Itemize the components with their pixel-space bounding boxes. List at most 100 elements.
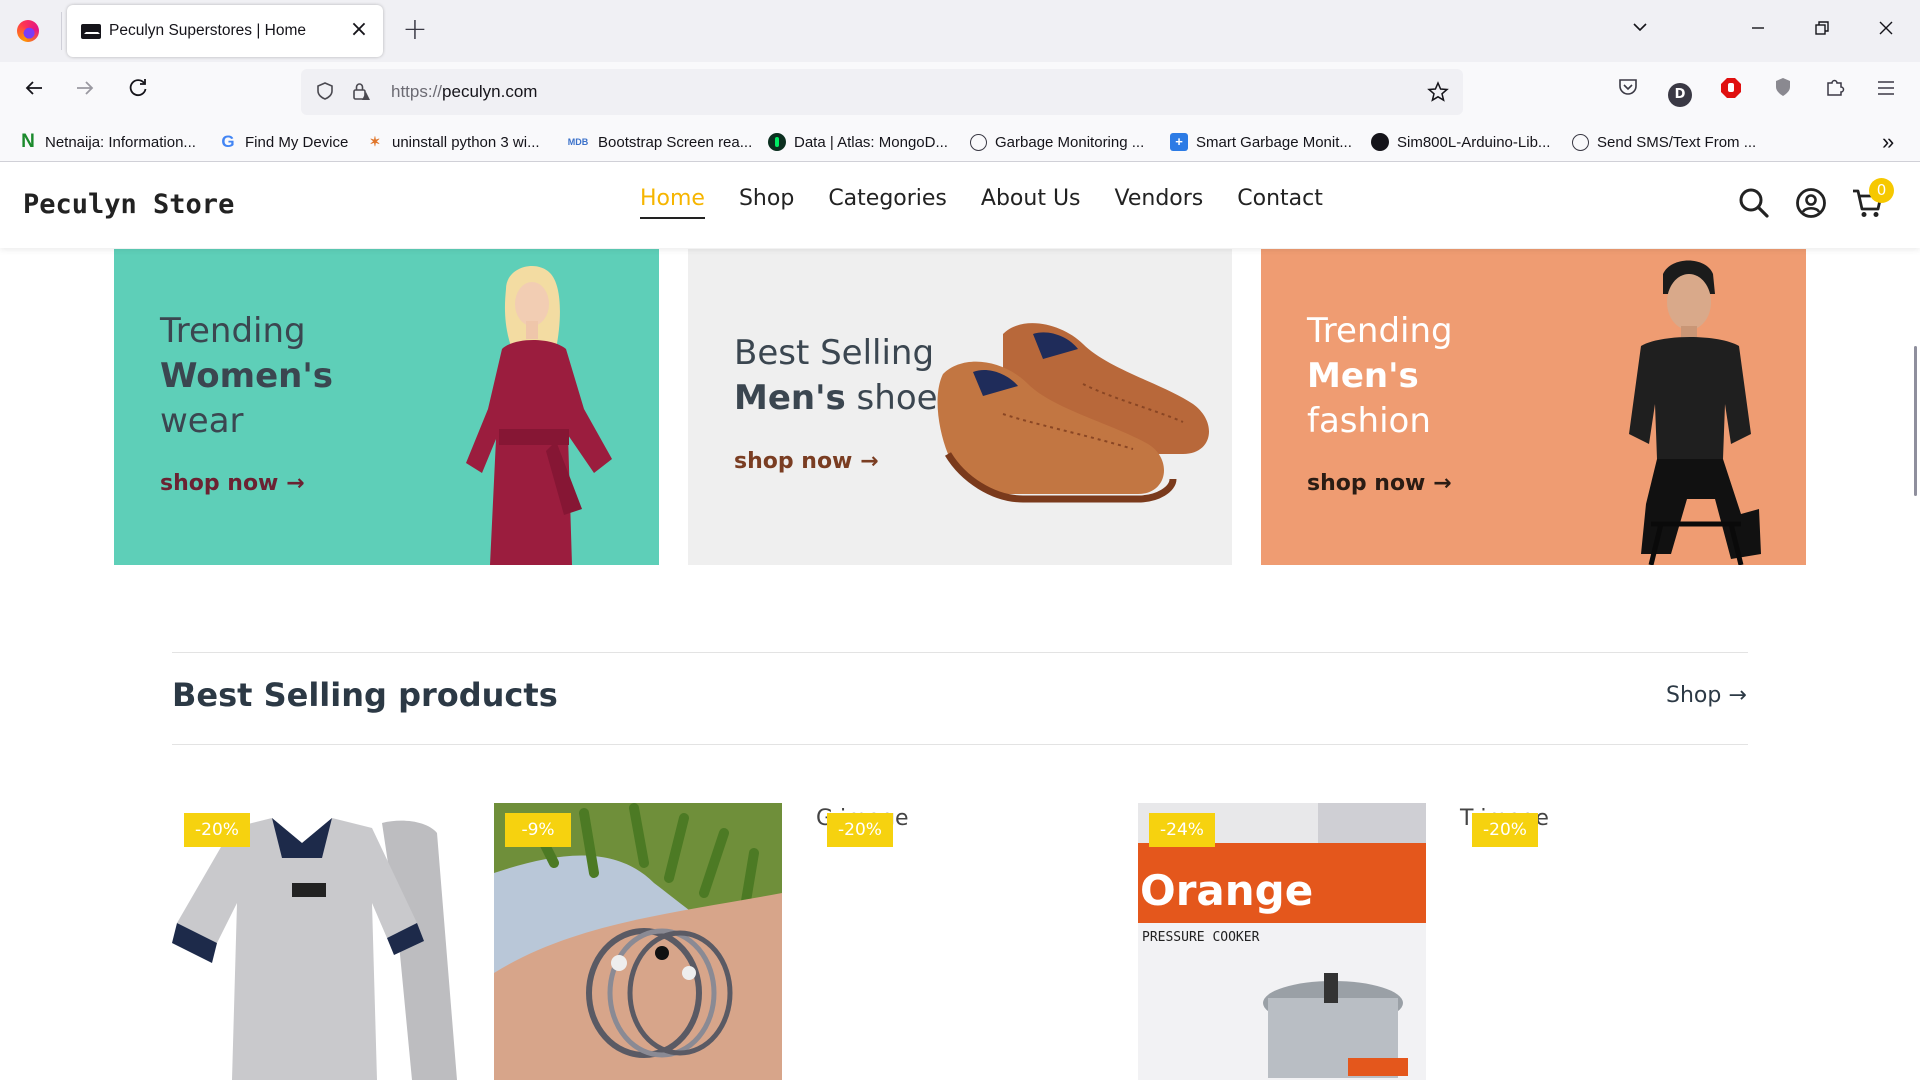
adblock-extension-icon[interactable] (1716, 76, 1746, 106)
bookmark-label: uninstall python 3 wi... (392, 133, 540, 151)
menu-home[interactable]: Home (640, 186, 705, 219)
woman-model-image (466, 266, 612, 565)
bookmark-label: Garbage Monitoring ... (995, 133, 1145, 151)
shop-now-link[interactable]: shop now → (1307, 471, 1452, 496)
banner-title: Trending Men's fashion (1307, 309, 1453, 444)
globe-icon (1572, 133, 1589, 151)
google-icon: G (221, 132, 235, 151)
bookmark-item[interactable]: Garbage Monitoring ... (970, 131, 1144, 153)
pocket-icon[interactable] (1613, 76, 1643, 106)
tracking-protection-shield-icon[interactable] (314, 81, 336, 103)
shop-now-link[interactable]: shop now → (734, 449, 879, 474)
cart-count-badge: 0 (1869, 178, 1894, 203)
menu-vendors[interactable]: Vendors (1115, 186, 1204, 219)
site-brand[interactable]: Peculyn Store (23, 189, 234, 220)
more-bookmarks-chevron-icon[interactable]: » (1882, 129, 1894, 154)
web-page: Peculyn Store Home Shop Categories About… (0, 162, 1920, 1080)
bookmark-label: Send SMS/Text From ... (1597, 133, 1757, 151)
restore-window-button[interactable] (1802, 16, 1842, 46)
menu-shop[interactable]: Shop (739, 186, 794, 219)
banner-mens-shoe[interactable]: Best Selling Men's shoe shop now → (688, 249, 1232, 565)
tab-separator (61, 12, 62, 50)
discount-badge: -24% (1149, 813, 1215, 847)
banner-mens-fashion[interactable]: Trending Men's fashion shop now → (1261, 249, 1806, 565)
main-menu: Home Shop Categories About Us Vendors Co… (640, 186, 1323, 219)
shop-now-label: shop now (1307, 471, 1426, 496)
back-button[interactable] (17, 76, 51, 110)
shield-extension-icon[interactable] (1768, 76, 1798, 106)
bookmark-item[interactable]: Send SMS/Text From ... (1572, 131, 1756, 153)
bookmark-label: Smart Garbage Monit... (1196, 133, 1352, 151)
discount-badge: -20% (184, 813, 250, 847)
bookmark-item[interactable]: Sim800L-Arduino-Lib... (1371, 131, 1550, 153)
discount-badge: -20% (827, 813, 893, 847)
insecure-lock-icon[interactable] (350, 81, 372, 103)
bookmark-label: Find My Device (245, 133, 349, 151)
site-header: Peculyn Store Home Shop Categories About… (0, 162, 1920, 248)
banner-title-line3: fashion (1307, 401, 1431, 441)
arrow-right-icon: → (1728, 683, 1747, 708)
tab-title: Peculyn Superstores | Home (109, 22, 307, 39)
bookmark-star-icon[interactable] (1427, 81, 1449, 103)
list-all-tabs-icon[interactable] (1620, 16, 1660, 46)
profile-avatar-icon[interactable]: D (1665, 76, 1695, 107)
bookmark-item[interactable]: + Smart Garbage Monit... (1170, 131, 1352, 153)
banner-title-bold: Men's (734, 378, 846, 418)
arrow-right-icon: → (1433, 471, 1452, 496)
arrow-right-icon: → (286, 471, 305, 496)
search-icon[interactable] (1737, 186, 1771, 220)
browser-navigation-bar: https://peculyn.com D (0, 62, 1920, 122)
banner-title: Best Selling Men's shoe (734, 331, 938, 421)
banner-title-line2: Women's (160, 356, 333, 396)
banner-title-line1: Best Selling (734, 333, 935, 373)
bookmark-item[interactable]: MDB Bootstrap Screen rea... (566, 131, 753, 153)
shop-now-link[interactable]: shop now → (160, 471, 305, 496)
url-bar[interactable]: https://peculyn.com (301, 69, 1463, 115)
new-tab-button[interactable]: + (400, 15, 430, 45)
section-bottom-divider (172, 744, 1748, 745)
page-scrollbar-thumb[interactable] (1914, 346, 1917, 496)
site-favicon-icon (81, 24, 101, 39)
shop-now-label: shop now (160, 471, 279, 496)
netnaija-icon: N (21, 131, 35, 152)
section-title: Best Selling products (172, 676, 558, 714)
browser-tab-bar: Peculyn Superstores | Home × + (0, 0, 1920, 62)
bookmark-item[interactable]: G Find My Device (219, 131, 348, 153)
mongodb-icon (768, 133, 786, 151)
shop-link[interactable]: Shop → (1666, 683, 1747, 708)
bookmark-label: Sim800L-Arduino-Lib... (1397, 133, 1551, 151)
site-icon: + (1170, 133, 1188, 151)
url-text[interactable]: https://peculyn.com (391, 82, 537, 102)
cooker-brand-text: Orange (1140, 866, 1313, 915)
banner-title: Trending Women's wear (160, 309, 333, 444)
bookmark-label: Data | Atlas: MongoD... (794, 133, 948, 151)
user-account-icon[interactable] (1794, 186, 1828, 220)
banner-title-line2: Men's (1307, 356, 1419, 396)
bookmark-label: Netnaija: Information... (45, 133, 196, 151)
minimize-window-button[interactable] (1738, 16, 1778, 46)
menu-contact[interactable]: Contact (1237, 186, 1323, 219)
close-window-button[interactable] (1866, 16, 1906, 46)
menu-categories[interactable]: Categories (828, 186, 947, 219)
bookmark-item[interactable]: ✶ uninstall python 3 wi... (366, 131, 540, 153)
bookmark-item[interactable]: Data | Atlas: MongoD... (768, 131, 948, 153)
menu-about-us[interactable]: About Us (981, 186, 1081, 219)
discount-badge: -9% (505, 813, 571, 847)
bookmark-item[interactable]: N Netnaija: Information... (19, 131, 196, 153)
banner-title-line1: Trending (160, 311, 306, 351)
forward-button[interactable] (68, 76, 102, 110)
section-top-divider (172, 652, 1748, 653)
firefox-logo-icon[interactable] (17, 20, 39, 42)
app-menu-icon[interactable] (1871, 76, 1901, 106)
extensions-puzzle-icon[interactable] (1820, 76, 1850, 106)
active-tab[interactable]: Peculyn Superstores | Home × (67, 5, 383, 57)
tab-close-icon[interactable]: × (347, 18, 371, 42)
bookmark-label: Bootstrap Screen rea... (598, 133, 753, 151)
reload-button[interactable] (121, 76, 155, 110)
man-model-image (1629, 260, 1761, 565)
shop-now-label: shop now (734, 449, 853, 474)
globe-icon (970, 133, 987, 151)
bookmarks-toolbar: N Netnaija: Information... G Find My Dev… (0, 122, 1920, 162)
mdb-icon: MDB (567, 137, 589, 147)
banner-womens-wear[interactable]: Trending Women's wear shop now → (114, 249, 659, 565)
